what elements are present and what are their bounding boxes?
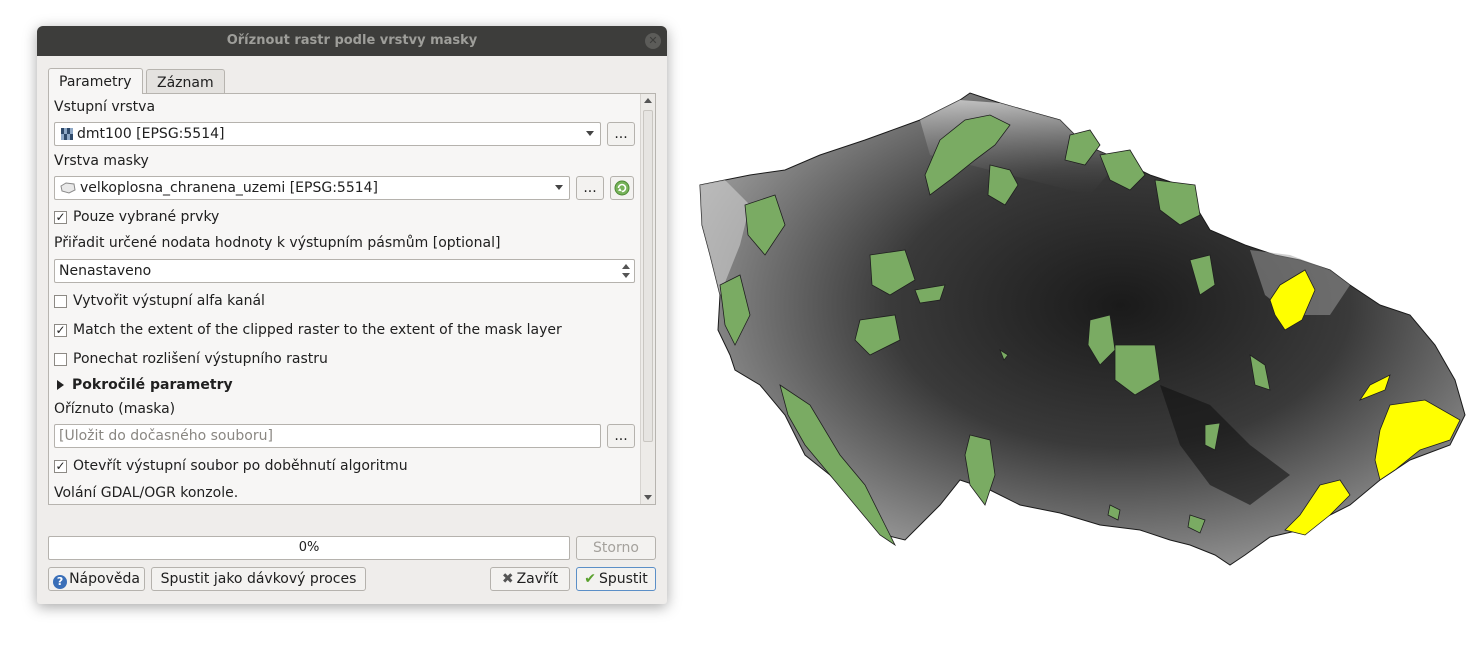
help-button[interactable]: ? Nápověda <box>48 567 145 591</box>
mask-layer-browse-button[interactable]: ... <box>576 176 604 200</box>
raster-layer-icon <box>61 128 73 140</box>
checkbox-box: ✓ <box>54 209 67 224</box>
mask-layer-value: velkoplosna_chranena_uzemi [EPSG:5514] <box>80 180 378 196</box>
checkbox-box: ✓ <box>54 458 67 473</box>
dialog-title: Oříznout rastr podle vrstvy masky <box>226 33 478 48</box>
close-label: Zavřít <box>516 571 559 587</box>
progress-text: 0% <box>298 540 320 555</box>
alpha-label: Vytvořit výstupní alfa kanál <box>73 293 265 309</box>
vector-layer-icon <box>60 182 76 194</box>
alpha-checkbox[interactable]: Vytvořit výstupní alfa kanál <box>54 293 265 309</box>
output-placeholder: [Uložit do dočasného souboru] <box>59 428 273 444</box>
dropdown-arrow-icon <box>555 185 563 190</box>
checkbox-box <box>54 294 67 308</box>
nodata-spinbox[interactable]: Nenastaveno <box>54 259 635 283</box>
map-canvas[interactable] <box>690 85 1466 575</box>
output-browse-button[interactable]: ... <box>607 424 635 448</box>
close-icon[interactable]: ✕ <box>645 33 661 49</box>
help-label: Nápověda <box>69 571 140 587</box>
scroll-down-arrow[interactable] <box>644 495 652 500</box>
run-button[interactable]: ✔ Spustit <box>576 567 656 591</box>
batch-process-button[interactable]: Spustit jako dávkový proces <box>151 567 366 591</box>
clip-raster-dialog: Oříznout rastr podle vrstvy masky ✕ Para… <box>37 26 667 604</box>
check-icon: ✔ <box>584 571 596 587</box>
tab-parametry[interactable]: Parametry <box>48 68 143 94</box>
cancel-button[interactable]: Storno <box>576 536 656 560</box>
selected-only-checkbox[interactable]: ✓ Pouze vybrané prvky <box>54 209 219 225</box>
advanced-parameters-label: Pokročilé parametry <box>72 377 233 393</box>
mask-layer-label: Vrstva masky <box>54 153 149 169</box>
help-icon: ? <box>53 575 68 589</box>
run-label: Spustit <box>598 571 648 587</box>
dropdown-arrow-icon <box>586 131 594 136</box>
match-extent-label: Match the extent of the clipped raster t… <box>73 322 562 338</box>
iterate-button[interactable] <box>610 176 634 200</box>
close-button[interactable]: ✖ Zavřít <box>490 567 570 591</box>
input-layer-label: Vstupní vrstva <box>54 99 156 115</box>
match-extent-checkbox[interactable]: ✓ Match the extent of the clipped raster… <box>54 322 562 338</box>
tab-zaznam[interactable]: Záznam <box>146 69 225 94</box>
output-label: Oříznuto (maska) <box>54 401 176 417</box>
keep-resolution-label: Ponechat rozlišení výstupního rastru <box>73 351 328 367</box>
spinbox-arrows-icon[interactable] <box>622 263 630 279</box>
progress-bar: 0% <box>48 536 570 560</box>
nodata-value: Nenastaveno <box>59 263 152 279</box>
open-output-checkbox[interactable]: ✓ Otevřít výstupní soubor po doběhnutí a… <box>54 458 408 474</box>
scroll-up-arrow[interactable] <box>644 98 652 103</box>
mask-layer-combo[interactable]: velkoplosna_chranena_uzemi [EPSG:5514] <box>54 176 570 200</box>
parameters-panel: Vstupní vrstva dmt100 [EPSG:5514] ... Vr… <box>48 93 656 505</box>
close-x-icon: ✖ <box>501 571 514 587</box>
input-layer-browse-button[interactable]: ... <box>607 122 635 146</box>
scroll-thumb[interactable] <box>643 110 653 442</box>
checkbox-box <box>54 352 67 366</box>
expand-arrow-icon <box>57 380 64 390</box>
advanced-parameters-toggle[interactable]: Pokročilé parametry <box>57 377 233 393</box>
nodata-label: Přiřadit určené nodata hodnoty k výstupn… <box>54 235 501 251</box>
open-output-label: Otevřít výstupní soubor po doběhnutí alg… <box>73 458 408 474</box>
console-label: Volání GDAL/OGR konzole. <box>54 485 239 501</box>
output-file-field[interactable]: [Uložit do dočasného souboru] <box>54 424 601 448</box>
input-layer-value: dmt100 [EPSG:5514] <box>77 126 225 142</box>
selected-only-label: Pouze vybrané prvky <box>73 209 220 225</box>
checkbox-box: ✓ <box>54 322 67 337</box>
title-bar: Oříznout rastr podle vrstvy masky ✕ <box>37 26 667 56</box>
input-layer-combo[interactable]: dmt100 [EPSG:5514] <box>54 122 601 146</box>
iterate-icon <box>614 180 630 196</box>
keep-resolution-checkbox[interactable]: Ponechat rozlišení výstupního rastru <box>54 351 328 367</box>
panel-scrollbar[interactable] <box>640 94 655 504</box>
